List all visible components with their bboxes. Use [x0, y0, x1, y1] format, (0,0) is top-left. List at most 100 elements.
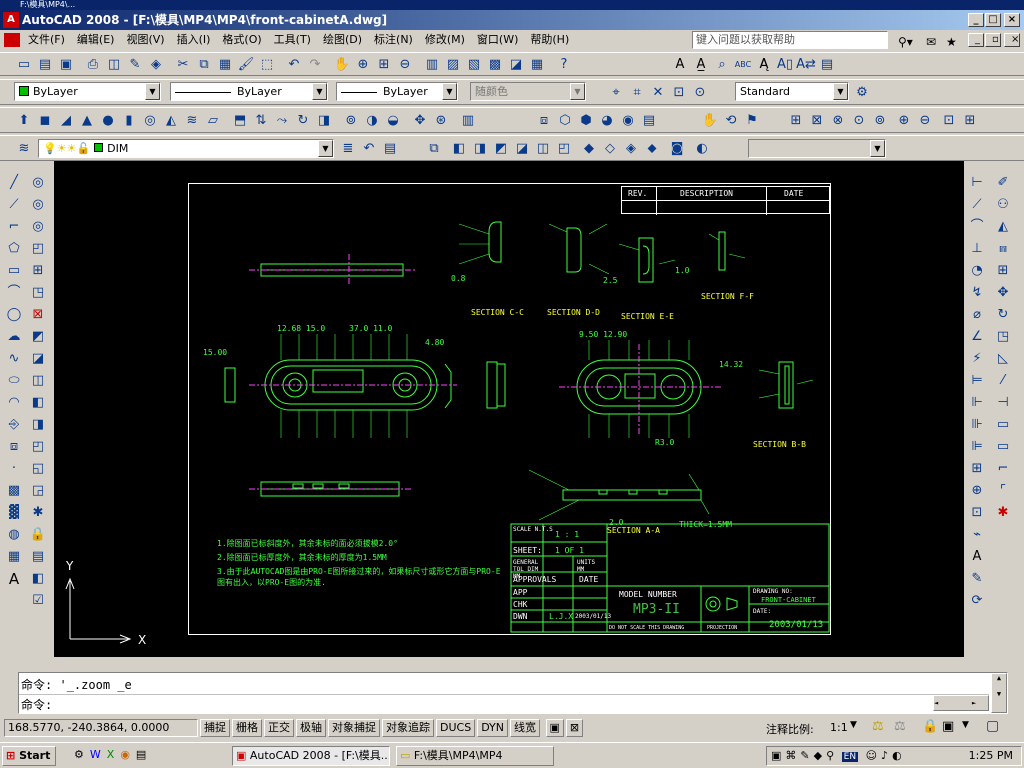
stretch-icon[interactable]: ◪ [28, 349, 48, 369]
rectangle-icon[interactable]: ▭ [4, 261, 24, 281]
comm-center-icon[interactable]: ✉ [920, 32, 942, 52]
tray-ime-icon[interactable]: ☺ [866, 749, 877, 762]
tray-update-icon[interactable]: ♪ [881, 749, 888, 762]
3d-rotate-icon[interactable]: ⊛ [431, 111, 451, 131]
zoom-window-icon[interactable]: ⊞ [786, 111, 806, 131]
calculator-icon[interactable]: ▦ [527, 55, 547, 75]
revolve-icon[interactable]: ↻ [293, 111, 313, 131]
trim-icon[interactable]: ◫ [28, 371, 48, 391]
lineweight-toggle[interactable]: 线宽 [510, 719, 541, 737]
tray-volume-icon[interactable]: ◐ [892, 749, 902, 762]
realistic-icon[interactable]: ◕ [597, 111, 617, 131]
make-layer-current-icon[interactable]: ≣ [338, 139, 358, 159]
text-style-combo[interactable]: Standard ▼ [735, 82, 849, 101]
copy-right-icon[interactable]: ⚇ [993, 195, 1013, 215]
tray-language[interactable]: EN [841, 752, 859, 762]
plotstyle-dropdown-arrow[interactable]: ▼ [570, 83, 585, 100]
right-view-icon[interactable]: ◪ [512, 139, 532, 159]
tool-palettes-icon[interactable]: ▧ [464, 55, 484, 75]
sphere-icon[interactable]: ● [98, 111, 118, 131]
menu-dimension[interactable]: 标注(N) [368, 30, 419, 50]
spelling-icon[interactable]: ABC [733, 55, 753, 75]
text-style-dropdown-arrow[interactable]: ▼ [833, 83, 848, 100]
3d-orbit-icon[interactable]: ⟲ [721, 111, 741, 131]
zoom-window-icon[interactable]: ⊞ [374, 55, 394, 75]
drawing-canvas[interactable]: REV. DESCRIPTION DATE 12.68 15.0 37.0 11… [54, 161, 964, 657]
plot-icon[interactable]: ⎙ [83, 55, 103, 75]
union-icon[interactable]: ⊚ [341, 111, 361, 131]
zoom-dynamic-icon[interactable]: ⊠ [807, 111, 827, 131]
plot-preview-icon[interactable]: ◫ [104, 55, 124, 75]
polysolid-icon[interactable]: ⬆ [14, 111, 34, 131]
aligned-dim-icon[interactable]: ⟋ [967, 195, 987, 215]
tray-search-icon[interactable]: ⚲ [826, 749, 834, 762]
lineweight-combo[interactable]: ByLayer ▼ [336, 82, 458, 101]
doc-restore-button[interactable]: ▫ [985, 33, 1001, 47]
ne-iso-icon[interactable]: ◈ [621, 139, 641, 159]
visual-styles-manager-icon[interactable]: ▤ [639, 111, 659, 131]
explode-icon[interactable]: ✱ [28, 503, 48, 523]
join-right-icon[interactable]: ▭ [993, 437, 1013, 457]
layer-properties-icon[interactable]: ≋ [14, 139, 34, 159]
ql-app-icon[interactable]: ⚙ [74, 748, 84, 761]
planar-surface-icon[interactable]: ▱ [203, 111, 223, 131]
point-icon[interactable]: · [4, 459, 24, 479]
rotate-icon[interactable]: ⊠ [28, 305, 48, 325]
3d-align-icon[interactable]: ▥ [458, 111, 478, 131]
mtext-icon[interactable]: A [4, 569, 24, 589]
dim-update-icon[interactable]: ⟳ [967, 591, 987, 611]
status-menu-arrow[interactable]: ▼ [962, 720, 969, 730]
favorites-icon[interactable]: ★ [940, 32, 963, 52]
erase-icon[interactable]: ◎ [28, 173, 48, 193]
help-icon[interactable]: ? [554, 55, 574, 75]
menu-format[interactable]: 格式(O) [216, 30, 267, 50]
new-icon[interactable]: ▭ [14, 55, 34, 75]
linetype-combo[interactable]: ByLayer ▼ [170, 82, 328, 101]
helix-icon[interactable]: ≋ [182, 111, 202, 131]
loft-icon[interactable]: ◨ [314, 111, 334, 131]
maximize-button[interactable]: □ [985, 13, 1001, 27]
publish-icon[interactable]: ✎ [125, 55, 145, 75]
region-icon[interactable]: ⊡ [669, 83, 689, 103]
named-views-icon[interactable]: ⧉ [424, 139, 444, 159]
polar-toggle[interactable]: 极轴 [296, 719, 326, 737]
polygon-icon[interactable]: ⬠ [4, 239, 24, 259]
pan-icon[interactable]: ✋ [332, 55, 352, 75]
task-explorer[interactable]: ▭ F:\模具\MP4\MP4 [396, 746, 554, 766]
locate-icon[interactable]: ⊙ [690, 83, 710, 103]
tray-network-icon[interactable]: ⌘ [785, 749, 796, 762]
annotation-scale-value[interactable]: 1:1 [830, 721, 848, 734]
ortho-toggle[interactable]: 正交 [264, 719, 294, 737]
ql-word-icon[interactable]: W [90, 748, 101, 761]
text-edit-icon[interactable]: A̲ [691, 55, 711, 75]
scale-icon[interactable]: ◩ [28, 327, 48, 347]
fillet-icon[interactable]: ◲ [28, 481, 48, 501]
inspection-icon[interactable]: ⊡ [967, 503, 987, 523]
minimize-button[interactable]: _ [968, 13, 984, 27]
document-icon[interactable] [4, 33, 20, 47]
trim-right-icon[interactable]: ⁄ [993, 371, 1013, 391]
rotate-right-icon[interactable]: ↻ [993, 305, 1013, 325]
extend-icon[interactable]: ◧ [28, 393, 48, 413]
group-icon[interactable]: ◧ [28, 569, 48, 589]
chamfer-right-icon[interactable]: ⌐ [993, 459, 1013, 479]
ql-outlook-icon[interactable]: ◉ [120, 748, 130, 761]
osnap-toggle[interactable]: 对象捕捉 [328, 719, 380, 737]
model-space-icon[interactable]: ▣ [545, 719, 564, 737]
dyn-toggle[interactable]: DYN [477, 719, 509, 737]
intersect-icon[interactable]: ◒ [383, 111, 403, 131]
doc-minimize-button[interactable]: _ [968, 33, 984, 47]
array-icon[interactable]: ⊞ [28, 261, 48, 281]
scale-right-icon[interactable]: ◳ [993, 327, 1013, 347]
pyramid-icon[interactable]: ◭ [161, 111, 181, 131]
tray-monitor-icon[interactable]: ▣ [771, 749, 781, 762]
ellipse-icon[interactable]: ⬭ [4, 371, 24, 391]
tray-security-icon[interactable]: ◆ [814, 749, 822, 762]
jogged-icon[interactable]: ↯ [967, 283, 987, 303]
stretch-right-icon[interactable]: ◺ [993, 349, 1013, 369]
text-style-icon[interactable]: A [670, 55, 690, 75]
snap-toggle[interactable]: 捕捉 [200, 719, 230, 737]
line-icon[interactable]: ╱ [4, 173, 24, 193]
walk-icon[interactable]: ⚑ [742, 111, 762, 131]
layer-state-icon[interactable]: ▤ [380, 139, 400, 159]
